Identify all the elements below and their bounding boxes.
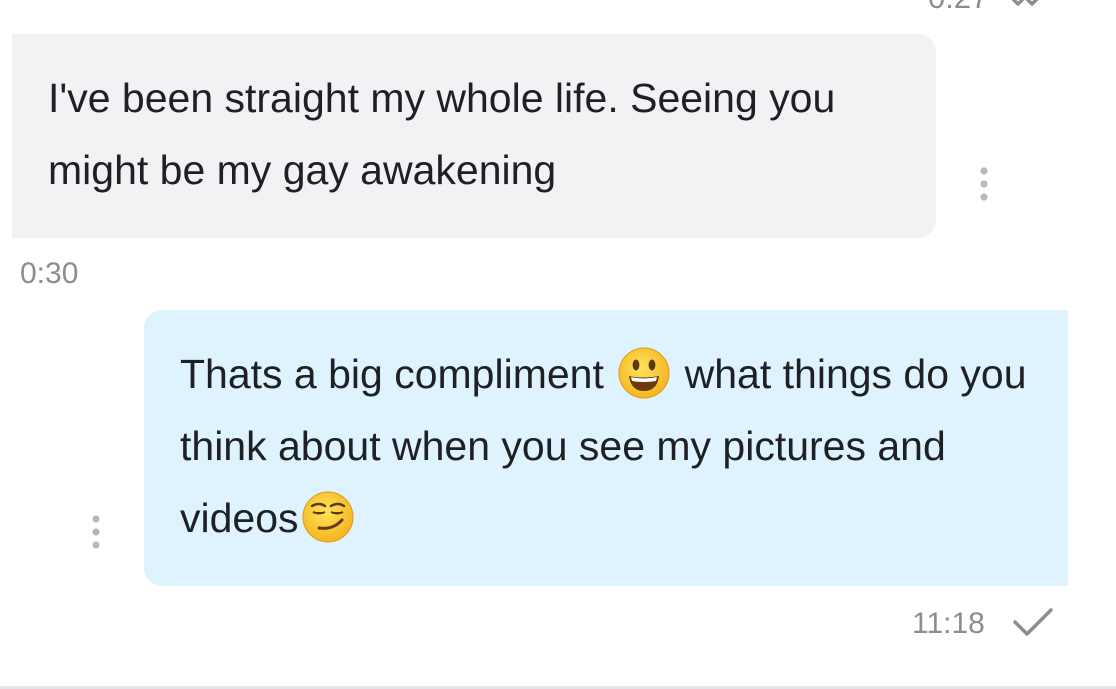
outgoing-message-text: Thats a big compliment what things do yo… bbox=[180, 338, 1050, 554]
message-options-icon[interactable] bbox=[974, 166, 994, 202]
incoming-message-text: I've been straight my whole life. Seeing… bbox=[48, 75, 836, 193]
smirking-face-emoji-icon bbox=[302, 491, 354, 543]
incoming-message-bubble[interactable]: I've been straight my whole life. Seeing… bbox=[12, 34, 936, 238]
chat-thread: 0:27 I've been straight my whole life. S… bbox=[0, 0, 1116, 689]
outgoing-text-part1: Thats a big compliment bbox=[180, 351, 616, 397]
checkmark-icon bbox=[1013, 608, 1053, 636]
double-check-icon bbox=[1011, 0, 1039, 6]
message-options-icon[interactable] bbox=[86, 514, 106, 550]
grinning-face-emoji-icon bbox=[618, 347, 670, 399]
incoming-message-time: 0:30 bbox=[20, 257, 79, 290]
previous-message-time: 0:27 bbox=[928, 0, 988, 16]
outgoing-message-bubble[interactable]: Thats a big compliment what things do yo… bbox=[144, 310, 1068, 586]
outgoing-message-time: 11:18 bbox=[912, 607, 985, 640]
